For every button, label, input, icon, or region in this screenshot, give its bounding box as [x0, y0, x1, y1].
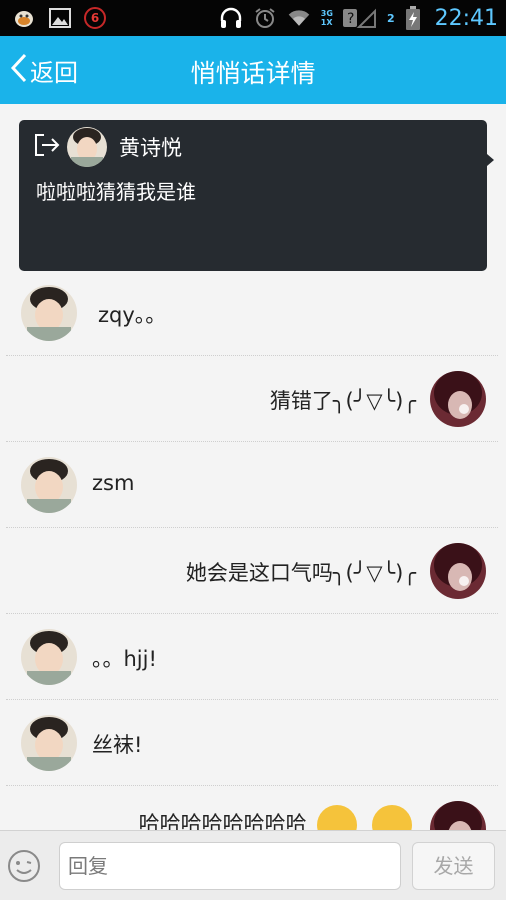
sender-avatar[interactable]	[21, 715, 77, 771]
message-row: 哈哈哈哈哈哈哈哈	[6, 787, 498, 830]
qq-app-icon	[12, 6, 36, 30]
gallery-icon	[48, 6, 72, 30]
page-title: 悄悄话详情	[190, 59, 316, 88]
sender-avatar[interactable]	[21, 285, 77, 341]
smile-emoji-icon	[372, 805, 412, 830]
my-avatar[interactable]	[430, 543, 486, 599]
message-text: 。。hjj!	[92, 647, 157, 671]
message-row: 猜错了╮(╯▽╰)╭	[6, 357, 498, 442]
message-text: zqy。。	[98, 303, 167, 327]
original-whisper-text: 啦啦啦猜猜我是谁	[36, 180, 196, 204]
message-row: 她会是这口气吗╮(╯▽╰)╭	[6, 529, 498, 614]
reply-bar: 发送	[0, 830, 506, 900]
wifi-icon	[287, 6, 311, 30]
sim2-label: 2	[386, 11, 395, 25]
svg-text:?: ?	[347, 11, 354, 27]
reply-input[interactable]	[59, 842, 401, 890]
message-row: 。。hjj!	[6, 615, 498, 700]
smile-emoji-icon	[317, 805, 358, 830]
message-text: 她会是这口气吗╮(╯▽╰)╭	[185, 561, 416, 585]
status-bar: 6 3G 1X ? 2 22:41	[0, 0, 506, 36]
original-whisper-card: 黄诗悦 啦啦啦猜猜我是谁	[19, 120, 494, 271]
message-row: 丝袜!	[6, 701, 498, 786]
alarm-icon	[253, 6, 277, 30]
message-row: zsm	[6, 443, 498, 528]
notification-count-badge: 6	[84, 7, 106, 29]
message-text-content: 哈哈哈哈哈哈哈哈	[138, 812, 307, 830]
conversation-list[interactable]: 黄诗悦 啦啦啦猜猜我是谁 zqy。。 猜错了╮(╯▽╰)╭ zsm 她会是这口气…	[0, 104, 506, 830]
signal-icon: ?	[342, 6, 377, 30]
sender-avatar[interactable]	[21, 629, 77, 685]
sender-avatar[interactable]	[21, 457, 77, 513]
author-name: 黄诗悦	[119, 136, 182, 160]
author-avatar[interactable]	[67, 127, 107, 167]
exit-icon[interactable]	[33, 132, 61, 162]
battery-charging-icon	[405, 6, 421, 30]
message-text: zsm	[92, 471, 135, 495]
message-text: 丝袜!	[92, 733, 143, 757]
headphones-icon	[219, 6, 243, 30]
network-type: 3G 1X	[320, 9, 333, 27]
my-avatar[interactable]	[430, 801, 486, 830]
message-row: zqy。。	[6, 271, 498, 356]
message-text: 猜错了╮(╯▽╰)╭	[269, 389, 416, 413]
message-text: 哈哈哈哈哈哈哈哈	[139, 805, 416, 830]
title-bar: 返回 悄悄话详情	[0, 36, 506, 104]
my-avatar[interactable]	[430, 371, 486, 427]
send-button[interactable]: 发送	[412, 842, 495, 890]
clock: 22:41	[434, 5, 498, 31]
emoji-picker-icon[interactable]	[6, 848, 42, 884]
